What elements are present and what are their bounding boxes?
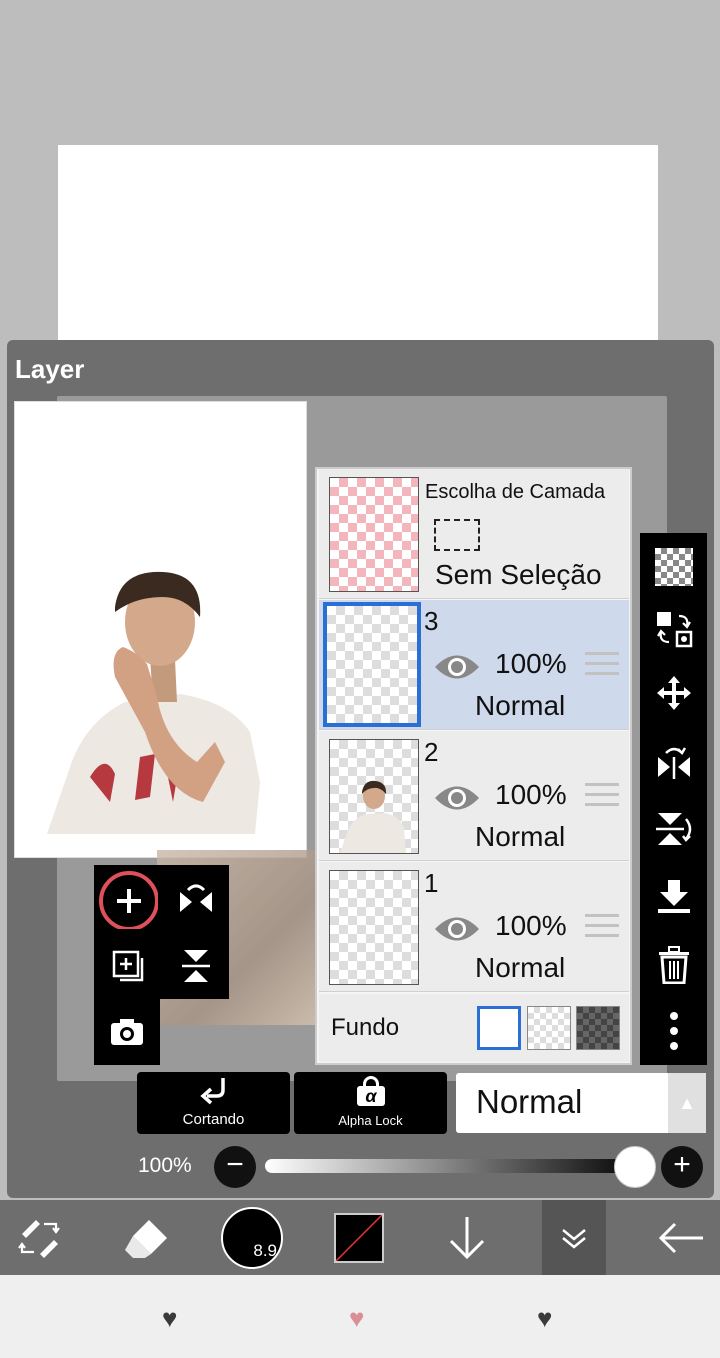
layer-row[interactable]: 2 100% Normal [319, 731, 629, 861]
flip-vertical-button[interactable] [640, 799, 707, 859]
eraser-icon [125, 1219, 167, 1258]
trash-icon [658, 946, 689, 984]
background-white-option[interactable] [477, 1006, 521, 1050]
brush-size-value: 8.9 [253, 1240, 277, 1260]
back-button[interactable] [650, 1200, 712, 1275]
brush-size-button[interactable]: 8.9 [220, 1200, 284, 1275]
swap-layer-button[interactable] [640, 599, 707, 659]
eye-icon[interactable] [433, 650, 481, 684]
opacity-control: 100% − + [7, 1146, 714, 1188]
add-icon [99, 870, 158, 929]
opacity-slider[interactable] [265, 1159, 645, 1173]
opacity-decrease-button[interactable]: − [214, 1146, 256, 1188]
flip-horizontal-icon [179, 884, 212, 912]
selection-thumbnail [329, 477, 419, 592]
heart-icon[interactable]: ♥ [537, 1303, 552, 1334]
layer-row[interactable]: 3 100% Normal [319, 600, 629, 730]
opacity-slider-knob[interactable] [614, 1146, 656, 1188]
move-button[interactable] [640, 663, 707, 723]
add-layer-button[interactable] [94, 865, 162, 932]
brush-size-indicator: 8.9 [221, 1206, 283, 1269]
drag-handle-icon[interactable] [585, 652, 619, 682]
layer-panel-toggle-button[interactable] [542, 1200, 606, 1275]
layer-down-button[interactable] [438, 1200, 496, 1275]
layer-tools-right [640, 533, 707, 1065]
flip-horizontal-button[interactable] [640, 733, 707, 793]
transform-icon [18, 1219, 60, 1258]
layer-opacity: 100% [495, 779, 567, 810]
blend-mode-select[interactable]: Normal ▲ [456, 1073, 706, 1133]
selection-status: Sem Seleção [435, 559, 602, 590]
bottom-toolbar: 8.9 [0, 1200, 720, 1275]
blend-mode-value: Normal [476, 1083, 583, 1120]
transform-tool-button[interactable] [8, 1200, 70, 1275]
flip-vertical-button[interactable] [162, 932, 229, 999]
layer-blend: Normal [475, 690, 566, 721]
layer-number: 2 [424, 737, 439, 767]
more-options-button[interactable] [640, 1001, 707, 1061]
arrow-left-icon [658, 1222, 703, 1253]
bottom-navigation-bar: ♥ ♥ ♥ [0, 1275, 720, 1358]
opacity-value: 100% [138, 1154, 192, 1177]
layer-thumbnail [329, 870, 419, 985]
camera-button[interactable] [94, 999, 160, 1065]
arrow-down-icon [449, 1216, 485, 1259]
lock-icon: α [357, 1076, 385, 1106]
merge-down-button[interactable] [640, 867, 707, 927]
clipping-button[interactable]: Cortando [137, 1072, 290, 1134]
color-swatch [334, 1212, 384, 1263]
opacity-increase-button[interactable]: + [661, 1146, 703, 1188]
background-label: Fundo [331, 1014, 400, 1041]
alpha-lock-label: Alpha Lock [338, 1113, 403, 1128]
layer-opacity: 100% [495, 910, 567, 941]
layer-list: Escolha de Camada Sem Seleção 3 100% Nor… [315, 467, 632, 1065]
flip-horizontal-button[interactable] [162, 865, 229, 932]
move-icon [656, 676, 691, 710]
checker-icon [654, 548, 693, 586]
eraser-tool-button[interactable] [115, 1200, 177, 1275]
clipping-icon [199, 1078, 225, 1105]
flip-horizontal-icon [657, 747, 690, 779]
swap-icon [656, 612, 692, 648]
alpha-lock-button[interactable]: α Alpha Lock [294, 1072, 447, 1134]
duplicate-layer-button[interactable] [94, 932, 162, 999]
duplicate-icon [112, 950, 144, 981]
transparency-button[interactable] [640, 537, 707, 597]
dropdown-arrow-icon: ▲ [668, 1073, 706, 1133]
selection-marquee-icon [434, 519, 480, 551]
layer-thumbnail [323, 602, 421, 727]
more-vertical-icon [669, 1012, 678, 1050]
merge-down-icon [657, 880, 690, 913]
layer-number: 3 [424, 606, 439, 636]
clipping-label: Cortando [182, 1111, 245, 1128]
background-dark-option[interactable] [576, 1006, 620, 1050]
layer-row[interactable]: 1 100% Normal [319, 862, 629, 992]
layer-blend: Normal [475, 952, 566, 983]
layer-panel: Layer Escolha de Camada Sem Seleção 3 10… [7, 340, 714, 1198]
double-chevron-down-icon [562, 1228, 586, 1249]
selection-title: Escolha de Camada [425, 481, 606, 503]
camera-icon [111, 1019, 143, 1045]
eye-icon[interactable] [433, 912, 481, 946]
canvas-preview [14, 401, 307, 858]
heart-icon[interactable]: ♥ [349, 1303, 364, 1334]
layer-thumbnail [329, 739, 419, 854]
layer-opacity: 100% [495, 648, 567, 679]
background-row: Fundo [319, 994, 629, 1062]
flip-vertical-icon [181, 949, 210, 982]
person-thumbnail [340, 780, 406, 853]
layer-blend: Normal [475, 821, 566, 852]
color-button[interactable] [330, 1200, 388, 1275]
delete-layer-button[interactable] [640, 935, 707, 995]
drag-handle-icon[interactable] [585, 783, 619, 813]
panel-title: Layer [15, 354, 85, 384]
heart-icon[interactable]: ♥ [162, 1303, 177, 1334]
background-transparent-option[interactable] [527, 1006, 571, 1050]
drag-handle-icon[interactable] [585, 914, 619, 944]
layer-number: 1 [424, 868, 439, 898]
eye-icon[interactable] [433, 781, 481, 815]
flip-vertical-icon [655, 813, 691, 845]
selection-layer-row[interactable]: Escolha de Camada Sem Seleção [319, 469, 629, 599]
person-photo [47, 571, 260, 834]
